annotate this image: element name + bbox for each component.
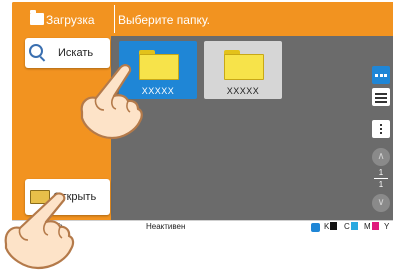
search-icon <box>29 44 43 58</box>
pointing-hand-icon <box>4 192 75 270</box>
folder-area: XXXXX XXXXX <box>113 36 361 220</box>
search-button-label: Искать <box>58 47 94 59</box>
status-text: Неактивен <box>146 222 186 231</box>
folder-tile[interactable]: XXXXX <box>204 41 282 99</box>
header-bar: Загрузка Выберите папку. <box>12 2 393 36</box>
menu-icon[interactable] <box>372 120 390 138</box>
right-rail: ∧ 1 1 ∨ <box>361 36 393 220</box>
grid-view-icon[interactable] <box>372 66 390 84</box>
pointing-hand-icon <box>80 64 143 140</box>
folder-name: XXXXX <box>226 86 260 96</box>
scroll-down-icon[interactable]: ∨ <box>372 194 390 212</box>
current-page: 1 <box>378 168 384 177</box>
list-view-icon[interactable] <box>372 88 390 106</box>
folder-icon <box>139 50 179 80</box>
total-pages: 1 <box>378 180 384 189</box>
tab-upload[interactable]: Загрузка <box>46 13 95 27</box>
toner-m: M <box>364 221 379 233</box>
folder-icon <box>224 50 264 80</box>
toner-y: Y <box>384 221 393 234</box>
page-prompt: Выберите папку. <box>118 13 210 27</box>
toner-c: C <box>344 221 358 233</box>
page-indicator: 1 1 <box>372 168 390 189</box>
toner-icon[interactable] <box>311 223 320 232</box>
folder-icon <box>30 10 44 25</box>
toner-k: K <box>324 221 338 233</box>
header-divider <box>114 5 115 33</box>
scroll-up-icon[interactable]: ∧ <box>372 148 390 166</box>
